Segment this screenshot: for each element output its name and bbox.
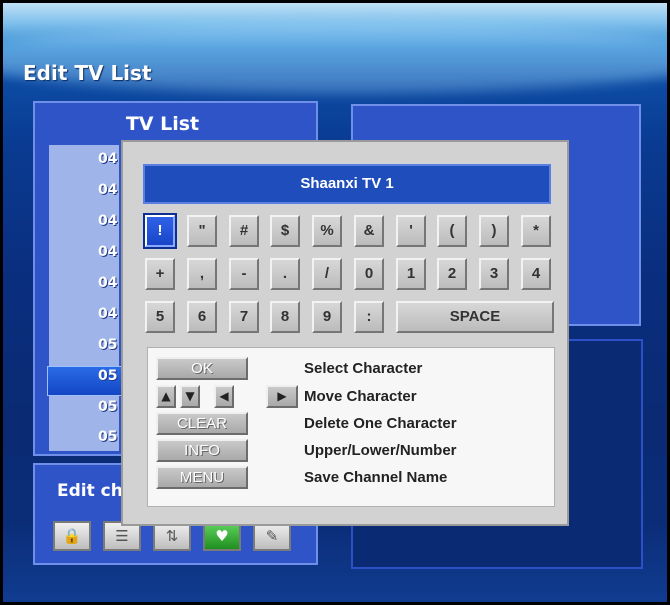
key-percent[interactable]: %	[312, 215, 342, 247]
key-asterisk[interactable]: *	[521, 215, 551, 247]
tv-list-item[interactable]: 04	[98, 244, 117, 260]
key-hash[interactable]: #	[229, 215, 259, 247]
key-dollar[interactable]: $	[270, 215, 300, 247]
down-arrow-icon[interactable]: ▼	[180, 385, 200, 408]
ok-button[interactable]: OK	[156, 357, 248, 380]
key-minus[interactable]: -	[229, 258, 259, 290]
key-0[interactable]: 0	[354, 258, 384, 290]
up-arrow-icon[interactable]: ▲	[156, 385, 176, 408]
key-1[interactable]: 1	[396, 258, 426, 290]
info-button[interactable]: INFO	[156, 439, 248, 462]
key-exclamation[interactable]: !	[143, 213, 177, 249]
tv-list-item[interactable]: 04	[98, 306, 117, 322]
help-desc-move: Move Character	[304, 388, 417, 405]
tv-list-item[interactable]: 05	[98, 368, 117, 384]
lock-icon[interactable]: 🔒	[53, 521, 91, 551]
page-title: Edit TV List	[23, 61, 152, 85]
help-panel: OK Select Character ▲ ▼ ◀ ▶ Move Charact…	[147, 347, 555, 507]
key-ampersand[interactable]: &	[354, 215, 384, 247]
key-comma[interactable]: ,	[187, 258, 217, 290]
menu-button[interactable]: MENU	[156, 466, 248, 489]
tv-screen: Edit TV List TV List 04 04 04 04 04 04 0…	[3, 3, 667, 602]
edit-channel-label: Edit ch	[57, 481, 123, 501]
right-arrow-icon[interactable]: ▶	[266, 385, 298, 408]
help-desc-save: Save Channel Name	[304, 469, 448, 486]
key-slash[interactable]: /	[312, 258, 342, 290]
tv-list-item[interactable]: 05	[98, 429, 117, 445]
tv-list-title: TV List	[125, 113, 200, 135]
key-5[interactable]: 5	[145, 301, 175, 333]
tv-list-item-selected[interactable]: 04	[98, 275, 117, 291]
key-7[interactable]: 7	[229, 301, 259, 333]
key-right-paren[interactable]: )	[479, 215, 509, 247]
key-3[interactable]: 3	[479, 258, 509, 290]
channel-name-field[interactable]: Shaanxi TV 1	[143, 164, 551, 204]
help-desc-select: Select Character	[304, 360, 423, 377]
key-period[interactable]: .	[270, 258, 300, 290]
help-desc-case: Upper/Lower/Number	[304, 442, 457, 459]
rename-keyboard-dialog: Shaanxi TV 1 ! " # $ % & ' ( ) * + , - .…	[121, 140, 569, 526]
key-9[interactable]: 9	[312, 301, 342, 333]
key-left-paren[interactable]: (	[437, 215, 467, 247]
key-space[interactable]: SPACE	[396, 301, 554, 333]
tv-list-item[interactable]: 04	[98, 213, 117, 229]
key-apostrophe[interactable]: '	[396, 215, 426, 247]
key-6[interactable]: 6	[187, 301, 217, 333]
help-desc-delete: Delete One Character	[304, 415, 457, 432]
clear-button[interactable]: CLEAR	[156, 412, 248, 435]
key-colon[interactable]: :	[354, 301, 384, 333]
key-quote[interactable]: "	[187, 215, 217, 247]
tv-list-item[interactable]: 05	[98, 337, 117, 353]
key-8[interactable]: 8	[270, 301, 300, 333]
tv-list-item[interactable]: 05	[98, 399, 117, 415]
left-arrow-icon[interactable]: ◀	[214, 385, 234, 408]
tv-list-item[interactable]: 04	[98, 182, 117, 198]
tv-list-item[interactable]: 04	[98, 151, 117, 167]
key-4[interactable]: 4	[521, 258, 551, 290]
key-plus[interactable]: +	[145, 258, 175, 290]
key-2[interactable]: 2	[437, 258, 467, 290]
